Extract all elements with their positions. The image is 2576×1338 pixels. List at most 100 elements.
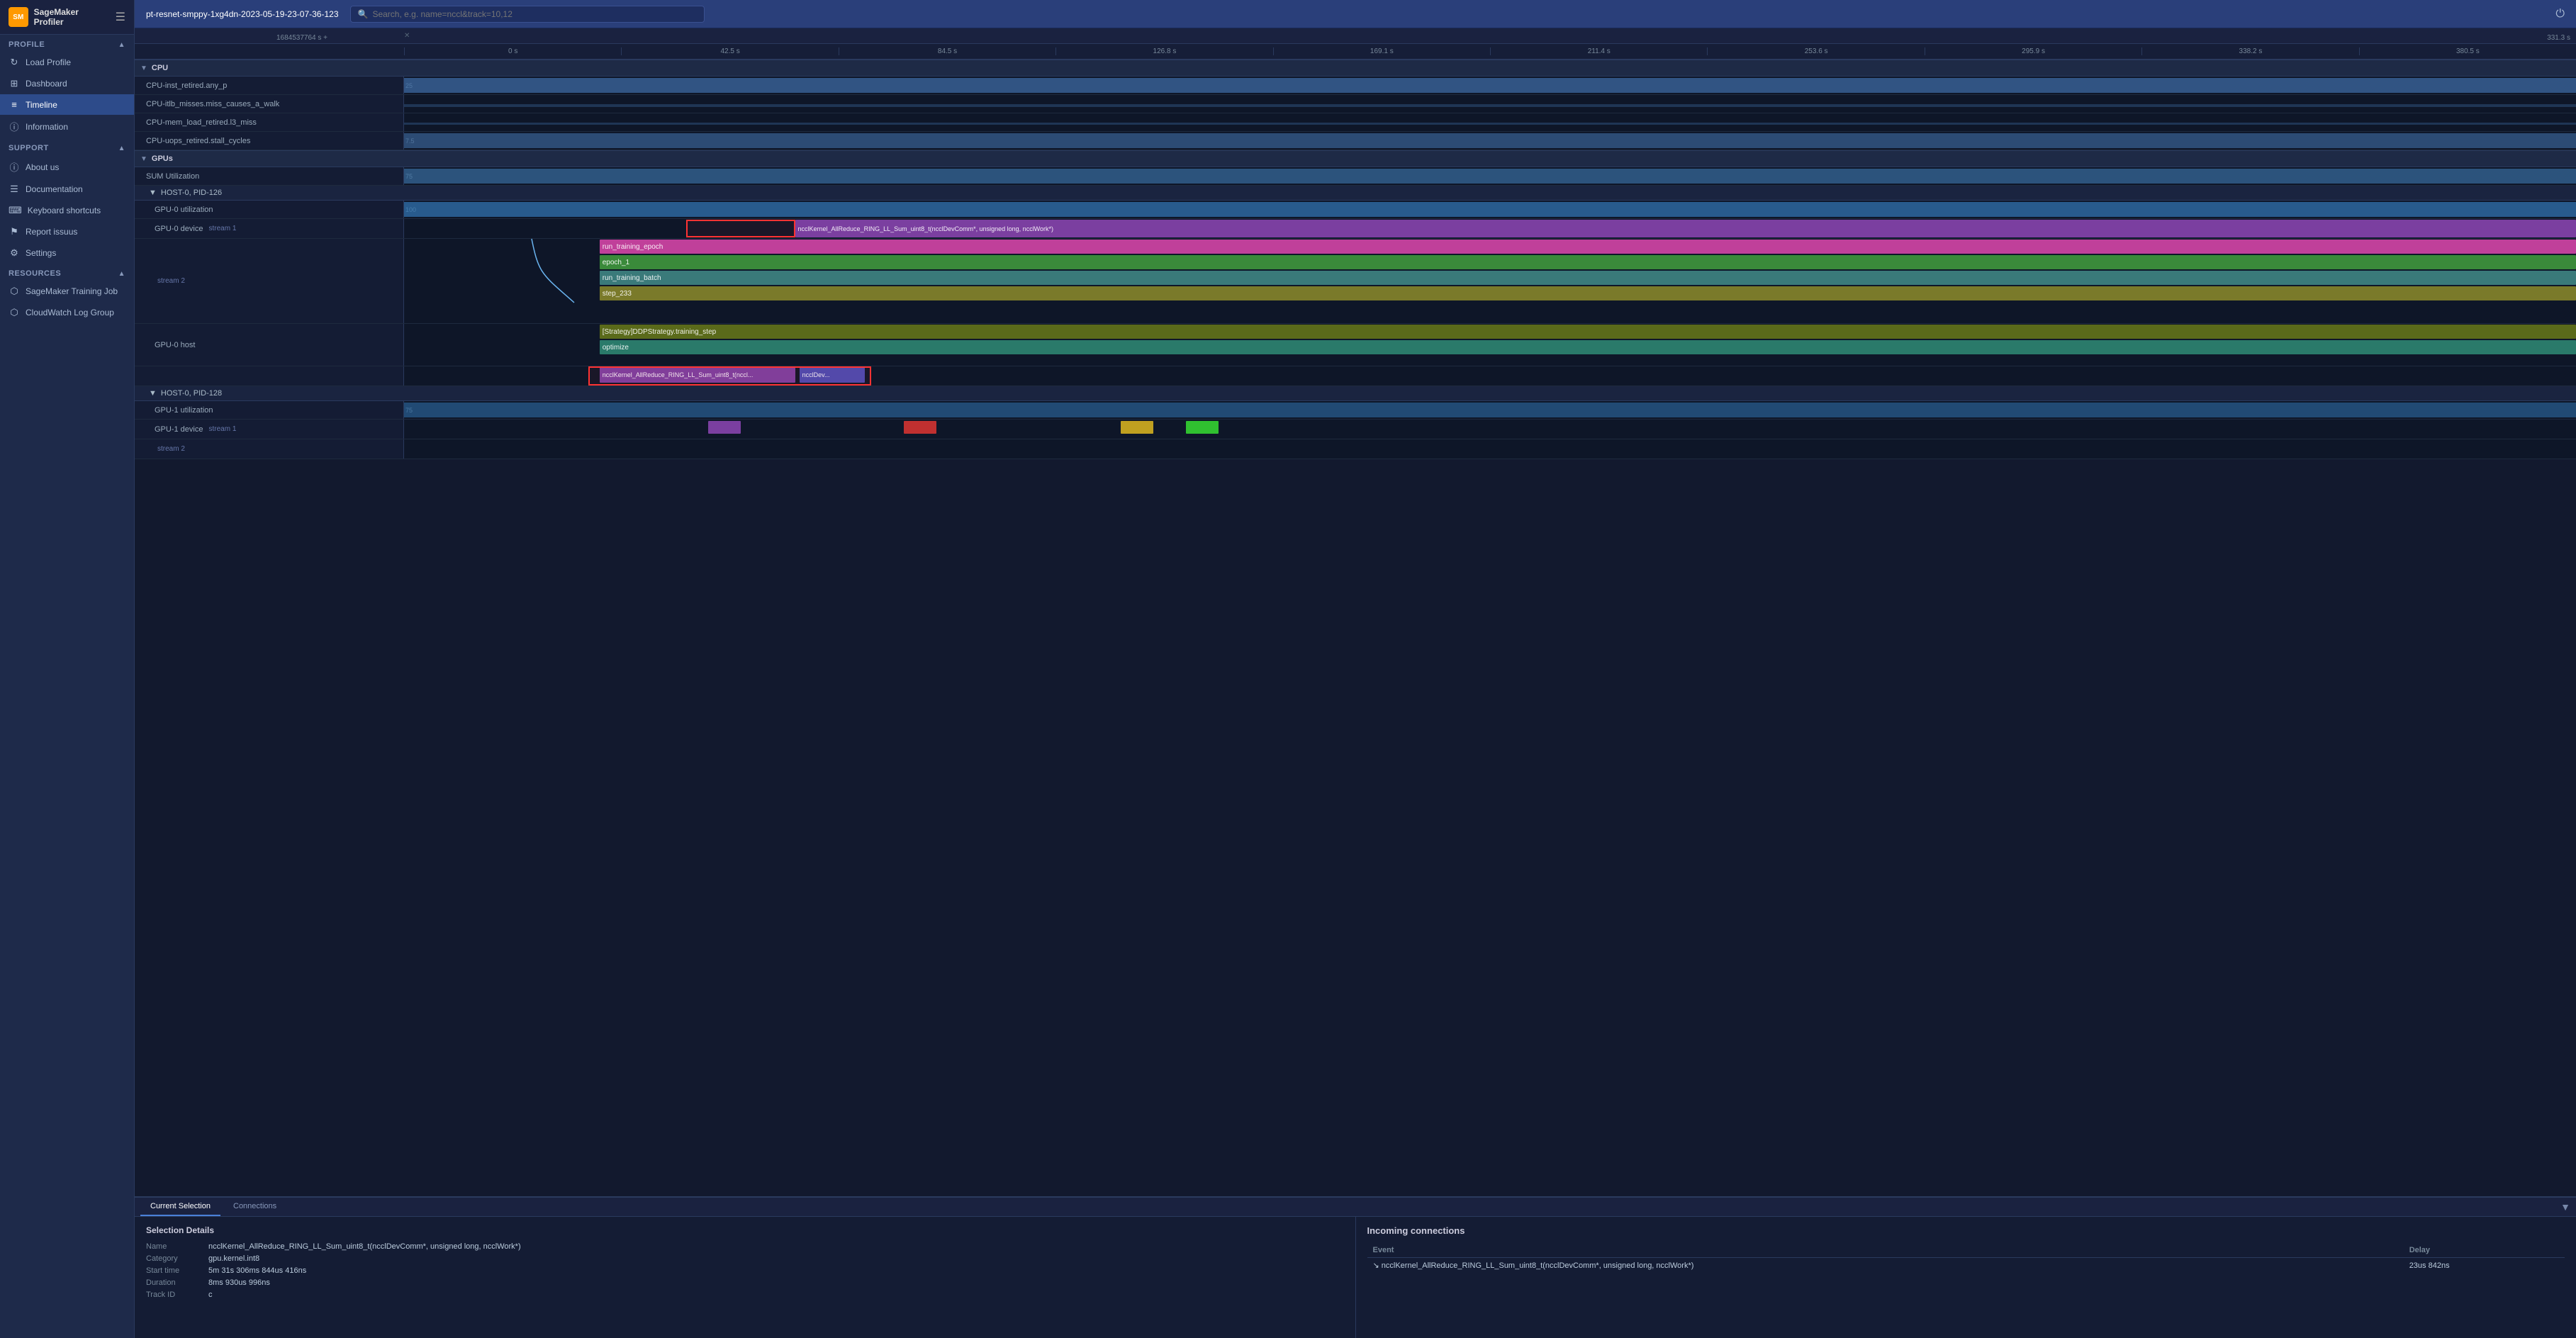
step-bar[interactable]: step_233 — [600, 286, 2576, 300]
collapse-cpu-icon[interactable]: ▼ — [140, 64, 147, 72]
sidebar-item-docs[interactable]: ☰ Documentation — [0, 179, 134, 200]
run-training-batch-bar[interactable]: run_training_batch — [600, 271, 2576, 285]
sidebar-item-timeline[interactable]: ≡ Timeline — [0, 94, 134, 115]
detail-label: Duration — [146, 1278, 203, 1287]
track-row: CPU-mem_load_retired.l3_miss — [135, 113, 2576, 132]
power-icon[interactable]: ⏻ — [2555, 8, 2565, 21]
ruler-tick: 211.4 s — [1490, 47, 1707, 55]
gpus-section-header[interactable]: ▼ GPUs — [135, 150, 2576, 167]
gpu1-device-stream2-row: stream 2 — [135, 439, 2576, 459]
detail-value: ncclKernel_AllReduce_RING_LL_Sum_uint8_t… — [208, 1242, 521, 1251]
time-label: 1684537764 s + — [276, 34, 327, 42]
tab-actions: ▼ — [2560, 1201, 2570, 1213]
detail-starttime-row: Start time 5m 31s 306ms 844us 416ns — [146, 1266, 1344, 1275]
nccl-event-bar[interactable]: ncclKernel_AllReduce_RING_LL_Sum_uint8_t… — [795, 220, 2576, 237]
gpu1-util-label: GPU-1 utilization — [135, 401, 404, 419]
collapse-host128-icon[interactable]: ▼ — [149, 389, 157, 398]
sidebar-section-profile: Profile ▲ — [0, 35, 134, 52]
run-training-epoch-bar[interactable]: run_training_epoch — [600, 240, 2576, 254]
collapse-gpus-icon[interactable]: ▼ — [140, 155, 147, 163]
connections-table: Event Delay ↘ ncclKernel_AllReduce_RING_… — [1367, 1243, 2565, 1273]
ruler-top: 1684537764 s + 331.3 s ✕ — [135, 28, 2576, 44]
gpu1-device-stream2-label: stream 2 — [135, 439, 404, 459]
ddp-strategy-bar[interactable]: [Strategy]DDPStrategy.training_step — [600, 325, 2576, 339]
gpu0-host-nccl-row: ncclKernel_AllReduce_RING_LL_Sum_uint8_t… — [135, 366, 2576, 386]
hamburger-icon[interactable]: ☰ — [116, 10, 125, 24]
sidebar-item-settings[interactable]: ⚙ Settings — [0, 242, 134, 264]
gpu1-util-content[interactable]: 75 — [404, 401, 2576, 419]
epoch-bar[interactable]: epoch_1 — [600, 255, 2576, 269]
host126-label: HOST-0, PID-126 — [161, 189, 222, 197]
sidebar-item-label: About us — [26, 162, 59, 172]
gpu1-device-stream2-content[interactable] — [404, 439, 2576, 459]
gpu0-device-stream2-content[interactable]: run_training_epoch epoch_1 run_training_… — [404, 239, 2576, 323]
host0-pid126-header[interactable]: ▼ HOST-0, PID-126 — [135, 186, 2576, 201]
tracks-container[interactable]: ▼ CPU CPU-inst_retired.any_p 25 CPU-itlb… — [135, 60, 2576, 1196]
gpu1-event1[interactable] — [708, 421, 741, 434]
sidebar-section-resources: Resources ▲ — [0, 264, 134, 281]
track-label: CPU-mem_load_retired.l3_miss — [135, 113, 404, 131]
chevron-up-icon: ▲ — [118, 41, 125, 49]
close-icon[interactable]: ✕ — [404, 32, 410, 40]
bottom-content: Selection Details Name ncclKernel_AllRed… — [135, 1217, 2576, 1338]
sidebar-item-about[interactable]: ⓘ About us — [0, 155, 134, 179]
docs-icon: ☰ — [9, 184, 20, 195]
timeline-icon: ≡ — [9, 99, 20, 110]
gpu0-host-content[interactable]: [Strategy]DDPStrategy.training_step opti… — [404, 324, 2576, 366]
ruler-tick: 338.2 s — [2141, 47, 2358, 55]
ruler-tick: 0 s — [404, 47, 621, 55]
cpu-section-header[interactable]: ▼ CPU — [135, 60, 2576, 77]
incoming-connections-heading: Incoming connections — [1367, 1225, 2565, 1236]
sidebar-item-keyboard[interactable]: ⌨ Keyboard shortcuts — [0, 200, 134, 221]
dashboard-icon: ⊞ — [9, 78, 20, 89]
track-content[interactable] — [404, 113, 2576, 131]
col-event: Event — [1367, 1243, 2404, 1258]
about-icon: ⓘ — [9, 160, 20, 174]
ruler-tick: 253.6 s — [1707, 47, 1924, 55]
gpu1-event3[interactable] — [1121, 421, 1153, 434]
sidebar-item-sagemaker-job[interactable]: ⬡ SageMaker Training Job — [0, 281, 134, 302]
tab-current-selection[interactable]: Current Selection — [140, 1198, 220, 1216]
sidebar-item-dashboard[interactable]: ⊞ Dashboard — [0, 73, 134, 94]
content-area: 1684537764 s + 331.3 s ✕ 0 s42.5 s84.5 s… — [135, 28, 2576, 1338]
gpu0-device-stream2-row: stream 2 run_training_epoch epoch_1 run_… — [135, 239, 2576, 324]
main-content: pt-resnet-smppy-1xg4dn-2023-05-19-23-07-… — [135, 0, 2576, 1338]
track-label: CPU-uops_retired.stall_cycles — [135, 132, 404, 150]
gpu0-host-nccl-content[interactable]: ncclKernel_AllReduce_RING_LL_Sum_uint8_t… — [404, 366, 2576, 386]
sidebar-item-label: Settings — [26, 248, 56, 258]
detail-label: Start time — [146, 1266, 203, 1275]
filter-icon[interactable]: ▼ — [2560, 1201, 2570, 1213]
track-label: CPU-inst_retired.any_p — [135, 77, 404, 94]
search-bar[interactable]: 🔍 — [350, 6, 705, 23]
gpu1-event2[interactable] — [904, 421, 936, 434]
track-content[interactable]: 7.5 — [404, 132, 2576, 150]
topbar: pt-resnet-smppy-1xg4dn-2023-05-19-23-07-… — [135, 0, 2576, 28]
sum-util-content[interactable]: 75 — [404, 167, 2576, 185]
track-row: CPU-uops_retired.stall_cycles 7.5 — [135, 132, 2576, 150]
sidebar-item-report[interactable]: ⚑ Report issuus — [0, 221, 134, 242]
selection-box — [686, 220, 795, 237]
track-content[interactable] — [404, 95, 2576, 113]
track-content[interactable]: 25 — [404, 77, 2576, 94]
sidebar-item-label: Keyboard shortcuts — [28, 206, 101, 215]
optimize-bar[interactable]: optimize — [600, 340, 2576, 354]
sidebar-item-information[interactable]: ⓘ Information — [0, 115, 134, 138]
sidebar-item-label: Information — [26, 122, 68, 132]
cloudwatch-icon: ⬡ — [9, 307, 20, 318]
bottom-tabs: Current Selection Connections ▼ — [135, 1198, 2576, 1217]
gpu0-device-stream1-content[interactable]: ncclKernel_AllReduce_RING_LL_Sum_uint8_t… — [404, 219, 2576, 238]
sidebar-item-load-profile[interactable]: ↻ Load Profile — [0, 52, 134, 73]
gpu0-util-content[interactable]: 100 — [404, 201, 2576, 218]
gpu0-util-row: GPU-0 utilization 100 — [135, 201, 2576, 219]
sidebar-item-cloudwatch[interactable]: ⬡ CloudWatch Log Group — [0, 302, 134, 323]
chevron-up-icon-resources: ▲ — [118, 270, 125, 278]
sidebar-item-label: Timeline — [26, 100, 57, 110]
host0-pid128-header[interactable]: ▼ HOST-0, PID-128 — [135, 386, 2576, 401]
sidebar-section-support: Support ▲ — [0, 138, 134, 155]
gpu1-device-content[interactable] — [404, 420, 2576, 439]
collapse-host126-icon[interactable]: ▼ — [149, 189, 157, 197]
search-input[interactable] — [372, 9, 696, 19]
detail-category-row: Category gpu.kernel.int8 — [146, 1254, 1344, 1263]
gpu1-event4[interactable] — [1186, 421, 1219, 434]
tab-connections[interactable]: Connections — [223, 1198, 286, 1216]
